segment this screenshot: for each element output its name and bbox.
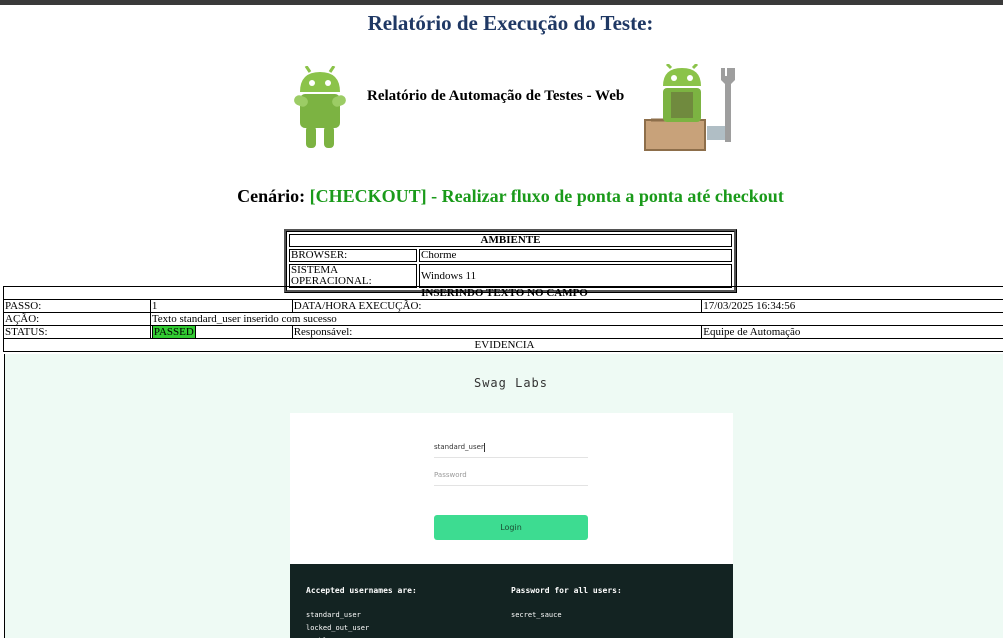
responsavel-label: Responsável: [291, 325, 703, 339]
text-caret [483, 442, 485, 452]
login-button[interactable]: Login [434, 515, 588, 540]
android-toolbox-icon [641, 62, 741, 161]
password-value: secret_sauce [511, 611, 562, 619]
usernames-heading: Accepted usernames are: [306, 586, 417, 595]
top-border [0, 0, 1003, 5]
datetime-value: 17/03/2025 16:34:56 [701, 299, 1003, 313]
username-value: standard_user [434, 443, 484, 451]
status-cell: PASSED [149, 325, 293, 339]
status-label: STATUS: [3, 325, 151, 339]
evidence-screenshot: Swag Labs standard_user Password Login A… [4, 354, 1003, 638]
table-row: PASSO: 1 DATA/HORA EXECUÇÃO: 17/03/2025 … [3, 299, 1003, 313]
report-title: Relatório de Execução do Teste: [367, 11, 654, 35]
step-table: INSERINDO TEXTO NO CAMPO PASSO: 1 DATA/H… [3, 286, 1003, 352]
password-heading: Password for all users: [511, 586, 622, 595]
android-mascot-icon [294, 65, 348, 155]
acao-value: Texto standard_user inserido com sucesso [149, 312, 1003, 326]
responsavel-value: Equipe de Automação [701, 325, 1003, 339]
scenario-label: Cenário: [237, 186, 306, 206]
table-row: SISTEMA OPERACIONAL: Windows 11 [289, 264, 732, 288]
step-header: INSERINDO TEXTO NO CAMPO [3, 286, 1003, 300]
passo-label: PASSO: [3, 299, 151, 313]
datetime-label: DATA/HORA EXECUÇÃO: [291, 299, 703, 313]
report-banner: Relatório de Automação de Testes - Web [0, 62, 1003, 164]
os-label: SISTEMA OPERACIONAL: [289, 264, 417, 288]
environment-table: AMBIENTE BROWSER: Chorme SISTEMA OPERACI… [284, 229, 737, 293]
browser-label: BROWSER: [289, 249, 417, 262]
table-row: STATUS: PASSED Responsável: Equipe de Au… [3, 325, 1003, 339]
table-row: AÇÃO: Texto standard_user inserido com s… [3, 312, 1003, 326]
username-input[interactable]: standard_user [434, 437, 588, 458]
app-title: Swag Labs [473, 376, 549, 390]
password-column: Password for all users: secret_sauce [511, 586, 622, 622]
evidence-label: EVIDENCIA [3, 338, 1003, 352]
password-input[interactable]: Password [434, 465, 588, 486]
username-item: standard_user [306, 611, 361, 619]
passo-value: 1 [149, 299, 293, 313]
table-row: BROWSER: Chorme [289, 249, 732, 262]
username-item: locked_out_user [306, 624, 370, 632]
acao-label: AÇÃO: [3, 312, 151, 326]
os-value: Windows 11 [419, 264, 732, 288]
environment-header: AMBIENTE [289, 234, 732, 247]
scenario-value: [CHECKOUT] - Realizar fluxo de ponta a p… [309, 186, 784, 206]
usernames-column: Accepted usernames are: standard_user lo… [306, 586, 417, 638]
browser-value: Chorme [419, 249, 732, 262]
status-badge: PASSED [151, 326, 196, 338]
banner-text: Relatório de Automação de Testes - Web [367, 88, 625, 104]
login-card: standard_user Password Login [290, 413, 733, 564]
scenario-heading: Cenário: [CHECKOUT] - Realizar fluxo de … [0, 186, 1003, 207]
credentials-panel: Accepted usernames are: standard_user lo… [290, 564, 733, 638]
